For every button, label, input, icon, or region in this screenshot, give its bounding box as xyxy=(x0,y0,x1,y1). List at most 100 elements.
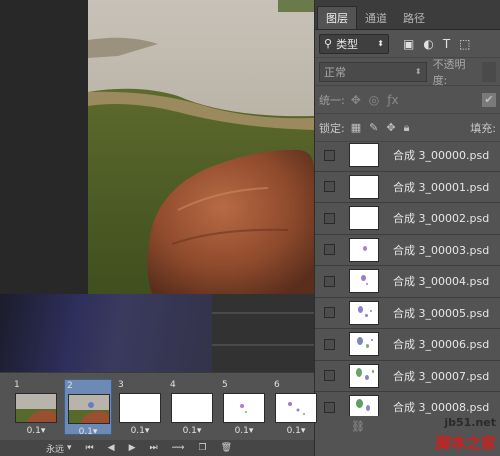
visibility-toggle[interactable] xyxy=(324,244,335,256)
layer-name: 合成 3_00007.psd xyxy=(393,369,490,383)
lock-pixels-icon[interactable]: ✎ xyxy=(369,121,378,135)
frame-delay[interactable]: 0.1▾ xyxy=(65,427,111,437)
timeline-frame[interactable]: 4 0.1▾ xyxy=(168,379,216,436)
layer-list: 合成 3_00000.psd 合成 3_00001.psd 合成 3_00002… xyxy=(315,140,500,424)
gradient-overlay xyxy=(0,294,212,372)
frame-delay[interactable]: 0.1▾ xyxy=(116,426,164,436)
blend-row: 正常 ⬍ 不透明度: xyxy=(315,57,500,87)
layer-name: 合成 3_00006.psd xyxy=(393,338,490,352)
unify-style-icon[interactable]: ƒx xyxy=(387,93,398,107)
chevron-updown-icon: ⬍ xyxy=(377,39,384,48)
frame-number: 2 xyxy=(67,381,73,391)
layer-thumbnail xyxy=(349,300,379,325)
layer-row[interactable]: 合成 3_00005.psd xyxy=(315,298,500,329)
duplicate-frame-icon[interactable]: ❐ xyxy=(199,443,207,453)
watermark-text: 脚本之家 xyxy=(435,434,496,452)
filter-row: ⚲ 类型 ⬍ ▣ ◐ T ⬚ xyxy=(315,30,500,58)
layer-row[interactable]: 合成 3_00006.psd xyxy=(315,329,500,361)
tween-icon[interactable]: ⟿ xyxy=(172,443,185,453)
opacity-label: 不透明度: xyxy=(432,57,466,87)
layer-name: 合成 3_00005.psd xyxy=(393,306,490,320)
opacity-field[interactable] xyxy=(482,61,496,82)
visibility-toggle[interactable] xyxy=(324,275,335,287)
frame-thumbnail xyxy=(275,393,317,423)
lock-all-icon[interactable]: 🔒︎ xyxy=(404,121,410,135)
frame-number: 1 xyxy=(14,380,20,390)
watermark-url: jb51.net xyxy=(444,416,496,429)
frame-delay[interactable]: 0.1▾ xyxy=(168,426,216,436)
layer-row[interactable]: 合成 3_00002.psd xyxy=(315,203,500,235)
layer-row[interactable]: 合成 3_00000.psd xyxy=(315,140,500,172)
filter-pixel-icon[interactable]: ▣ xyxy=(403,37,414,51)
layer-thumbnail xyxy=(349,174,379,199)
layer-thumbnail xyxy=(349,332,379,357)
layer-filter-select[interactable]: ⚲ 类型 ⬍ xyxy=(319,33,389,54)
frame-number: 5 xyxy=(222,380,228,390)
layer-name: 合成 3_00003.psd xyxy=(393,243,490,257)
tab-paths[interactable]: 路径 xyxy=(395,7,433,29)
layer-name: 合成 3_00002.psd xyxy=(393,212,490,226)
frame-delay[interactable]: 0.1▾ xyxy=(220,426,268,436)
timeline-panel: 1 0.1▾ 2 0.1▾ 3 0.1▾ 4 0.1▾ 5 0.1▾ 6 0.1… xyxy=(0,372,317,456)
timeline-frame[interactable]: 6 0.1▾ xyxy=(272,379,320,436)
delete-frame-icon[interactable]: 🗑︎ xyxy=(221,443,232,453)
layer-row[interactable]: 合成 3_00007.psd xyxy=(315,361,500,392)
visibility-toggle[interactable] xyxy=(324,307,335,319)
propagate-frame-checkbox[interactable]: ✔ xyxy=(482,92,496,107)
visibility-toggle[interactable] xyxy=(324,370,335,382)
layer-row[interactable]: 合成 3_00001.psd xyxy=(315,172,500,203)
layer-row[interactable]: 合成 3_00003.psd xyxy=(315,235,500,266)
frame-thumbnail xyxy=(68,394,110,424)
layers-panel: 图层 通道 路径 ⚲ 类型 ⬍ ▣ ◐ T ⬚ 正常 ⬍ 不透明度: 统一: ✥… xyxy=(314,0,500,456)
canvas-image xyxy=(88,0,314,294)
timeline-frame[interactable]: 1 0.1▾ xyxy=(12,379,60,436)
layer-thumbnail xyxy=(349,237,379,262)
frame-thumbnail xyxy=(119,393,161,423)
tab-channels[interactable]: 通道 xyxy=(357,7,395,29)
play-icon[interactable]: ▶ xyxy=(129,443,136,453)
visibility-toggle[interactable] xyxy=(324,212,335,224)
filter-type-icon[interactable]: T xyxy=(443,37,450,51)
chevron-updown-icon: ⬍ xyxy=(414,67,422,76)
layer-row[interactable]: 合成 3_00004.psd xyxy=(315,266,500,298)
canvas-workspace[interactable] xyxy=(0,0,314,372)
link-layers-icon[interactable]: ⛓︎ xyxy=(351,420,365,433)
timeline-frame[interactable]: 2 0.1▾ xyxy=(64,379,112,437)
layer-thumbnail xyxy=(349,143,379,168)
frame-thumbnail xyxy=(171,393,213,423)
layer-thumbnail xyxy=(349,206,379,231)
visibility-toggle[interactable] xyxy=(324,401,335,413)
visibility-toggle[interactable] xyxy=(324,338,335,350)
frame-thumbnail xyxy=(15,393,57,423)
unify-row: 统一: ✥ ◎ ƒx ✔ xyxy=(315,86,500,114)
previous-frame-icon[interactable]: ◀ xyxy=(108,443,115,453)
timeline-frame[interactable]: 5 0.1▾ xyxy=(220,379,268,436)
blend-mode-select[interactable]: 正常 ⬍ xyxy=(319,61,427,82)
visibility-toggle[interactable] xyxy=(324,149,335,161)
frame-delay[interactable]: 0.1▾ xyxy=(12,426,60,436)
filter-kind-label: 类型 xyxy=(336,37,359,51)
layer-thumbnail xyxy=(349,363,379,388)
frame-number: 3 xyxy=(118,380,124,390)
unify-visibility-icon[interactable]: ◎ xyxy=(369,93,379,107)
lock-position-icon[interactable]: ✥ xyxy=(386,121,395,135)
frame-delay[interactable]: 0.1▾ xyxy=(272,426,320,436)
visibility-toggle[interactable] xyxy=(324,181,335,193)
next-frame-icon[interactable]: ⏭ xyxy=(150,443,158,453)
timeline-frame[interactable]: 3 0.1▾ xyxy=(116,379,164,436)
filter-shape-icon[interactable]: ⬚ xyxy=(459,37,470,51)
panel-tabs: 图层 通道 路径 xyxy=(315,0,500,30)
loop-options-select[interactable]: 永远 ▾ xyxy=(46,442,72,455)
layer-name: 合成 3_00004.psd xyxy=(393,275,490,289)
lock-transparent-icon[interactable]: ▦ xyxy=(351,121,361,135)
frame-number: 4 xyxy=(170,380,176,390)
frame-thumbnail xyxy=(223,393,265,423)
tab-layers[interactable]: 图层 xyxy=(317,6,357,29)
unify-position-icon[interactable]: ✥ xyxy=(351,93,361,107)
timeline-controls: 永远 ▾ ⏮ ◀ ▶ ⏭ ⟿ ❐ 🗑︎ xyxy=(0,440,314,456)
first-frame-icon[interactable]: ⏮ xyxy=(86,443,94,453)
lock-label: 锁定: xyxy=(319,121,345,135)
lock-row: 锁定: ▦ ✎ ✥ 🔒︎ 填充: xyxy=(315,114,500,142)
filter-adjustment-icon[interactable]: ◐ xyxy=(423,37,433,51)
frame-number: 6 xyxy=(274,380,280,390)
